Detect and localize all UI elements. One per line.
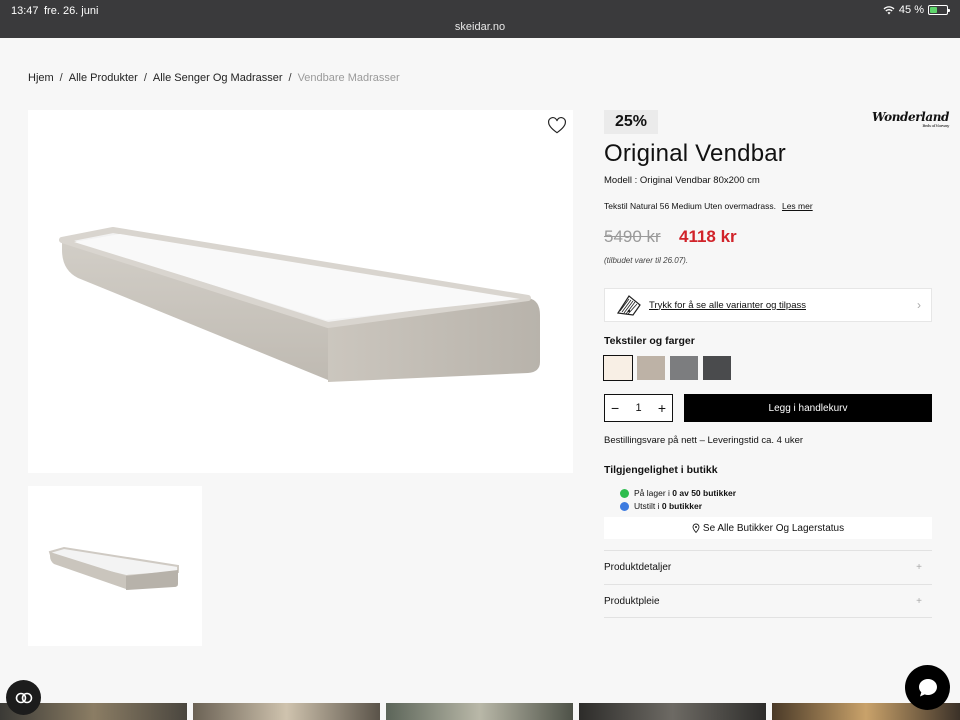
color-swatch-dark-grey[interactable] (703, 356, 731, 380)
address-bar[interactable]: skeidar.no (0, 21, 960, 33)
color-swatch-natural[interactable] (603, 355, 633, 381)
chat-bubble-icon (918, 678, 937, 696)
chat-button[interactable] (905, 665, 950, 710)
accordion-label: Produktdetaljer (604, 562, 672, 573)
stock-label: På lager i 0 av 50 butikker (634, 488, 737, 498)
product-model: Modell : Original Vendbar 80x200 cm (604, 175, 760, 186)
display-status: Utstilt i 0 butikker (620, 501, 702, 511)
plus-icon: + (916, 562, 922, 573)
mattress-thumbnail-image (48, 546, 179, 590)
decrease-button[interactable]: − (611, 400, 619, 416)
stores-button-label: Se Alle Butikker Og Lagerstatus (702, 522, 845, 534)
map-pin-icon (692, 523, 700, 533)
description-text: Tekstil Natural 56 Medium Uten overmadra… (604, 201, 776, 211)
heart-icon[interactable] (547, 116, 567, 136)
mattress-illustration (59, 227, 540, 382)
breadcrumb-separator: / (143, 72, 147, 84)
colors-title: Tekstiler og farger (604, 335, 695, 347)
status-time: 13:47 (11, 5, 39, 17)
status-date: fre. 26. juni (44, 5, 99, 17)
product-thumbnail[interactable] (28, 486, 202, 646)
product-image[interactable] (28, 110, 573, 473)
add-to-cart-button[interactable]: Legg i handlekurv (684, 394, 932, 422)
in-stock-dot-icon (620, 488, 629, 498)
quantity-value[interactable]: 1 (635, 402, 641, 414)
breadcrumb-all-products[interactable]: Alle Produkter (69, 72, 138, 84)
cookie-icon (15, 692, 32, 703)
accordion-product-care[interactable]: Produktpleie + (604, 584, 932, 618)
breadcrumb-home[interactable]: Hjem (28, 72, 54, 84)
brand-name: Wonderland (872, 110, 950, 124)
status-right: 45 % (883, 4, 950, 16)
variants-label: Trykk for å se alle varianter og tilpass (649, 299, 806, 311)
plus-icon: + (916, 595, 922, 607)
breadcrumb-current: Vendbare Madrasser (297, 72, 400, 84)
breadcrumb: Hjem / Alle Produkter / Alle Senger Og M… (28, 72, 400, 84)
stock-status: På lager i 0 av 50 butikker (620, 488, 736, 498)
availability-title: Tilgjengelighet i butikk (604, 464, 718, 476)
read-more-link[interactable]: Les mer (782, 201, 813, 211)
color-swatches (603, 355, 731, 381)
chevron-right-icon: › (917, 298, 921, 312)
color-swatch-grey[interactable] (670, 356, 698, 380)
wifi-icon (883, 5, 895, 14)
accordion-product-details[interactable]: Produktdetaljer + (604, 550, 932, 584)
status-bar: 13:47 fre. 26. juni skeidar.no 45 % (0, 0, 960, 38)
accordion-label: Produktpleie (604, 595, 660, 607)
cookie-settings-button[interactable] (6, 680, 41, 715)
delivery-info: Bestillingsvare på nett – Leveringstid c… (604, 435, 804, 446)
increase-button[interactable]: + (658, 400, 666, 416)
related-image[interactable] (193, 703, 380, 720)
product-description: Tekstil Natural 56 Medium Uten overmadra… (604, 201, 813, 211)
breadcrumb-separator: / (288, 72, 292, 84)
fabric-swatch-icon (616, 295, 641, 316)
battery-icon (928, 5, 950, 15)
see-all-stores-button[interactable]: Se Alle Butikker Og Lagerstatus (604, 517, 932, 539)
breadcrumb-separator: / (59, 72, 63, 84)
offer-validity: (tilbudet varer til 26.07). (604, 256, 689, 265)
related-image[interactable] (579, 703, 766, 720)
related-image[interactable] (386, 703, 573, 720)
variants-button[interactable]: Trykk for å se alle varianter og tilpass… (604, 288, 932, 322)
sale-price: 4118 kr (679, 227, 737, 246)
color-swatch-beige[interactable] (637, 356, 665, 380)
battery-percent: 45 % (898, 4, 924, 16)
display-label: Utstilt i 0 butikker (634, 501, 703, 511)
brand-logo[interactable]: Wonderland Beds of Norway (872, 110, 949, 128)
discount-badge: 25% (604, 110, 659, 134)
quantity-stepper: − 1 + (604, 394, 673, 422)
breadcrumb-beds-mattresses[interactable]: Alle Senger Og Madrasser (153, 72, 283, 84)
product-title: Original Vendbar (604, 140, 786, 167)
old-price: 5490 kr (604, 227, 661, 246)
display-dot-icon (620, 501, 629, 511)
